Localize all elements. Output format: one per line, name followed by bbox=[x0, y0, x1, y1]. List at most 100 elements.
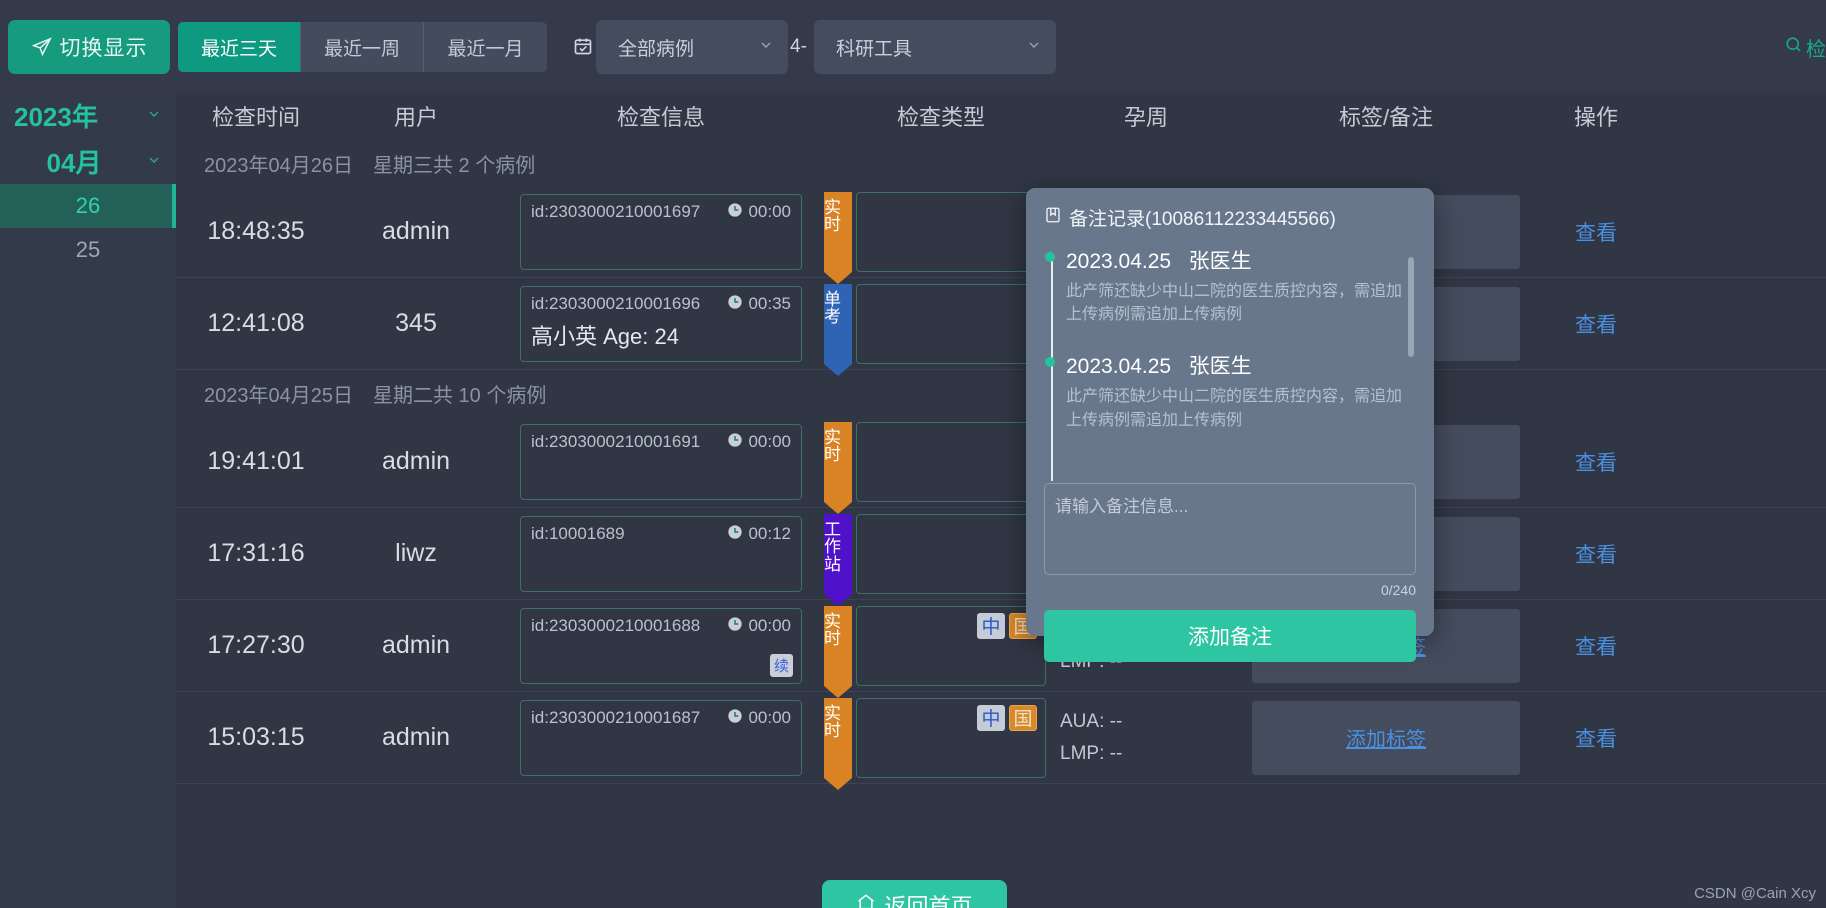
row-action-cell: 查看 bbox=[1536, 508, 1656, 600]
chevron-down-icon bbox=[758, 37, 774, 57]
view-link[interactable]: 查看 bbox=[1575, 723, 1617, 753]
add-tag-link[interactable]: 添加标签 bbox=[1346, 723, 1426, 752]
clock-icon bbox=[727, 708, 743, 729]
add-note-button[interactable]: 添加备注 bbox=[1044, 610, 1416, 662]
note-header: 2023.04.25 张医生 bbox=[1066, 350, 1416, 380]
month-selector[interactable]: 04月 bbox=[0, 138, 176, 184]
table-row[interactable]: 12:41:08 345 id:2303000210001696 00:35 高… bbox=[176, 278, 1826, 376]
note-list-scrollbar[interactable] bbox=[1408, 257, 1414, 357]
research-tool-select[interactable]: 科研工具 bbox=[814, 20, 1056, 74]
clock-icon bbox=[727, 616, 743, 637]
note-header: 2023.04.25 张医生 bbox=[1066, 245, 1416, 275]
type-box bbox=[856, 421, 1046, 502]
note-item: 2023.04.25 张医生 此产筛还缺少中山二院的医生质控内容，需追加上传病例… bbox=[1045, 245, 1416, 326]
exam-id: id:2303000210001688 bbox=[531, 616, 701, 635]
row-user: liwz bbox=[395, 539, 437, 567]
note-input[interactable] bbox=[1044, 483, 1416, 575]
patient-name-age: 高小英 Age: 24 bbox=[531, 323, 679, 349]
case-filter-select[interactable]: 全部病例 bbox=[596, 20, 788, 74]
type-box bbox=[856, 513, 1046, 594]
type-ribbon: 实时 bbox=[824, 605, 852, 698]
exam-duration: 00:00 bbox=[727, 202, 791, 223]
type-ribbon: 单考 bbox=[824, 283, 852, 376]
sidebar-day-25[interactable]: 25 bbox=[0, 228, 176, 272]
table-row[interactable]: 18:48:35 admin id:2303000210001697 00:00… bbox=[176, 186, 1826, 284]
type-box: 中 国 bbox=[856, 697, 1046, 778]
exam-duration: 00:35 bbox=[727, 294, 791, 315]
row-exam-info: id:10001689 00:12 bbox=[496, 508, 826, 600]
header-operation: 操作 bbox=[1573, 105, 1618, 130]
timeline-dot-icon bbox=[1045, 252, 1055, 262]
duration-text: 00:35 bbox=[748, 294, 791, 313]
type-box: 中 国 bbox=[856, 605, 1046, 686]
table-header-row: 检查时间 用户 检查信息 检查类型 孕周 标签/备注 操作 bbox=[176, 92, 1826, 140]
row-exam-info: id:2303000210001687 00:00 bbox=[496, 692, 826, 784]
chevron-down-icon bbox=[146, 152, 162, 171]
year-value: 2023年 bbox=[14, 101, 98, 132]
row-exam-info: id:2303000210001691 00:00 bbox=[496, 416, 826, 508]
search-button[interactable]: 检 bbox=[1784, 33, 1826, 62]
top-toolbar: 切换显示 最近三天 最近一周 最近一月 全部病例 4- 科研工具 检 bbox=[0, 0, 1826, 92]
view-link[interactable]: 查看 bbox=[1575, 217, 1617, 247]
note-date: 2023.04.25 bbox=[1066, 355, 1172, 379]
exam-id: id:2303000210001687 bbox=[531, 708, 701, 727]
header-exam-type: 检查类型 bbox=[896, 105, 985, 130]
segment-recent-month[interactable]: 最近一月 bbox=[424, 22, 547, 72]
day-group-header: 2023年04月25日 星期二共 10 个病例 bbox=[176, 370, 1826, 416]
view-link[interactable]: 查看 bbox=[1575, 447, 1617, 477]
row-user: admin bbox=[381, 723, 451, 751]
tag-box[interactable]: 添加标签 bbox=[1252, 700, 1520, 775]
research-tool-value: 科研工具 bbox=[836, 38, 913, 60]
year-selector[interactable]: 2023年 bbox=[0, 92, 176, 138]
duration-text: 00:12 bbox=[748, 524, 791, 543]
type-ribbon: 实时 bbox=[824, 421, 852, 514]
date-sidebar: 2023年 04月 26 25 bbox=[0, 92, 176, 908]
modal-title-row: 备注记录(10086112233445566) bbox=[1044, 204, 1416, 231]
exam-duration: 00:00 bbox=[727, 432, 791, 453]
day-group-summary: 星期三共 2 个病例 bbox=[372, 154, 536, 177]
day-group-summary: 星期二共 10 个病例 bbox=[372, 384, 547, 407]
duration-text: 00:00 bbox=[748, 202, 791, 221]
row-time: 12:41:08 bbox=[207, 309, 305, 337]
day-group-date: 2023年04月25日 bbox=[204, 384, 353, 407]
month-value: 04月 bbox=[46, 147, 102, 178]
exam-duration: 00:12 bbox=[727, 524, 791, 545]
table-row[interactable]: 17:27:30 admin id:2303000210001688 00:00… bbox=[176, 600, 1826, 698]
segment-recent-week[interactable]: 最近一周 bbox=[301, 22, 424, 72]
type-flags: 中 国 bbox=[977, 704, 1037, 731]
clock-icon bbox=[727, 432, 743, 453]
note-record-modal: 备注记录(10086112233445566) 2023.04.25 张医生 此… bbox=[1026, 188, 1434, 662]
exam-info-box: id:2303000210001687 00:00 bbox=[520, 699, 802, 776]
table-row[interactable]: 15:03:15 admin id:2303000210001687 00:00… bbox=[176, 692, 1826, 790]
row-user: admin bbox=[381, 447, 451, 475]
row-user: admin bbox=[381, 631, 451, 659]
switch-display-button[interactable]: 切换显示 bbox=[8, 20, 170, 74]
segment-recent-3days[interactable]: 最近三天 bbox=[178, 22, 301, 72]
view-link[interactable]: 查看 bbox=[1575, 631, 1617, 661]
exam-id: id:10001689 bbox=[531, 524, 625, 543]
duration-text: 00:00 bbox=[748, 616, 791, 635]
row-time: 19:41:01 bbox=[207, 447, 305, 475]
exam-duration: 00:00 bbox=[727, 616, 791, 637]
send-icon bbox=[31, 36, 53, 58]
table-row[interactable]: 19:41:01 admin id:2303000210001691 00:00… bbox=[176, 416, 1826, 514]
row-exam-type: 单考 bbox=[824, 278, 1056, 376]
exam-info-box: id:10001689 00:12 bbox=[520, 515, 802, 592]
note-author: 张医生 bbox=[1188, 250, 1252, 273]
exam-duration: 00:00 bbox=[727, 708, 791, 729]
day-group-date: 2023年04月26日 bbox=[204, 154, 353, 177]
exam-info-box: id:2303000210001696 00:35 高小英 Age: 24 bbox=[520, 285, 802, 362]
view-link[interactable]: 查看 bbox=[1575, 309, 1617, 339]
row-exam-info: id:2303000210001696 00:35 高小英 Age: 24 bbox=[496, 278, 826, 370]
type-box bbox=[856, 191, 1046, 272]
note-list: 2023.04.25 张医生 此产筛还缺少中山二院的医生质控内容，需追加上传病例… bbox=[1044, 245, 1416, 481]
back-home-button[interactable]: 返回首页 bbox=[822, 880, 1007, 908]
table-row[interactable]: 17:31:16 liwz id:10001689 00:12 工作站 查看 bbox=[176, 508, 1826, 606]
timeline-dot-icon bbox=[1045, 357, 1055, 368]
row-tag-cell: 添加标签 bbox=[1236, 692, 1536, 784]
row-exam-type: 实时 中 国 bbox=[824, 692, 1056, 790]
row-time: 17:27:30 bbox=[207, 631, 305, 659]
row-action-cell: 查看 bbox=[1536, 186, 1656, 278]
view-link[interactable]: 查看 bbox=[1575, 539, 1617, 569]
sidebar-day-26[interactable]: 26 bbox=[0, 184, 176, 228]
